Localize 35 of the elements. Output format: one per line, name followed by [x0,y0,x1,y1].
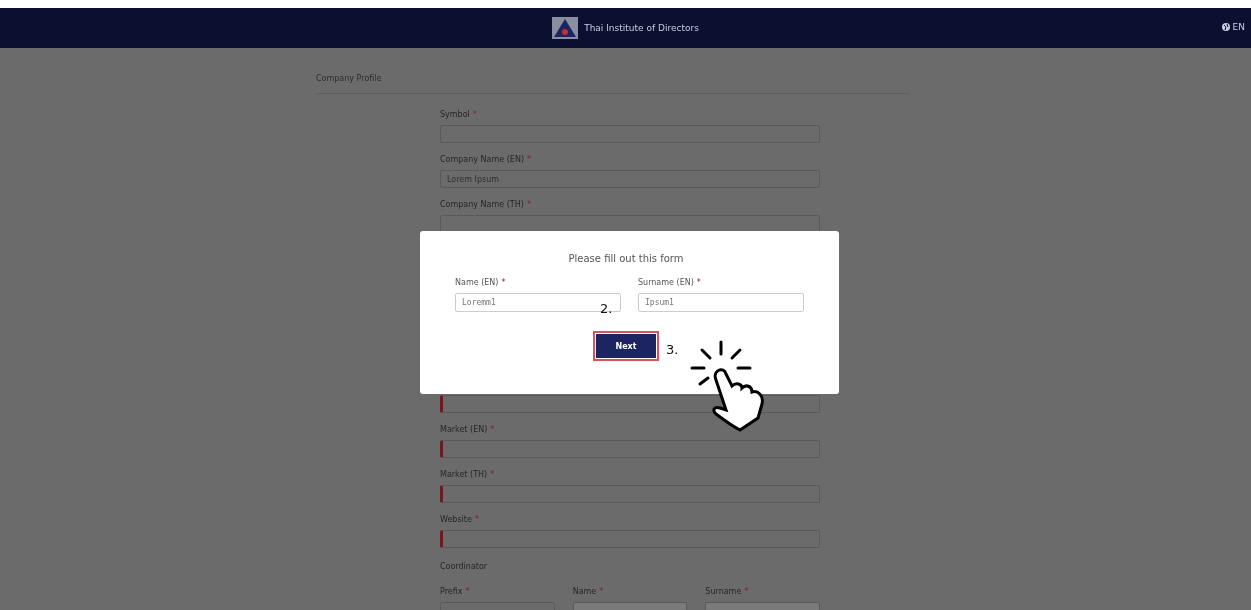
step-number: 3. [666,342,679,357]
field-label: Name [572,587,597,598]
required-mark: * [527,155,532,166]
field-label: Market (EN) [440,425,488,436]
field-label: Name (EN) [455,278,499,287]
logo-icon [552,17,579,39]
language-label[interactable]: EN [1232,22,1245,32]
required-mark: * [744,587,749,598]
required-mark: * [599,587,604,598]
required-mark: * [474,515,479,526]
field-label: Company Name (EN) [440,155,525,166]
field-label: Symbol [440,110,470,121]
text-field[interactable] [440,485,820,503]
required-mark: * [465,587,470,598]
dialog-title: Please fill out this form [567,253,685,264]
required-mark: * [526,200,531,211]
required-mark: * [490,470,495,481]
field-label: Surname [705,587,742,598]
field-label: Prefix [440,587,463,598]
globe-icon[interactable] [1221,23,1230,31]
required-mark: * [490,425,495,436]
page-title: Company Profile [316,74,910,94]
required-mark: * [696,278,701,287]
text-field[interactable]: Ipsum1 [638,293,804,312]
required-mark: * [472,110,477,121]
field-label: Company Name (TH) [440,200,524,211]
text-field[interactable] [440,530,820,548]
text-field[interactable] [440,440,820,458]
field-label: Market (TH) [440,470,488,481]
required-mark: * [501,278,506,287]
section-title: Coordinator [440,562,489,571]
brand-name: Thai Institute of Directors [584,23,699,33]
field-label: Surname (EN) [638,278,694,287]
next-button[interactable]: Next [596,334,656,358]
field-label: Website [440,515,472,526]
